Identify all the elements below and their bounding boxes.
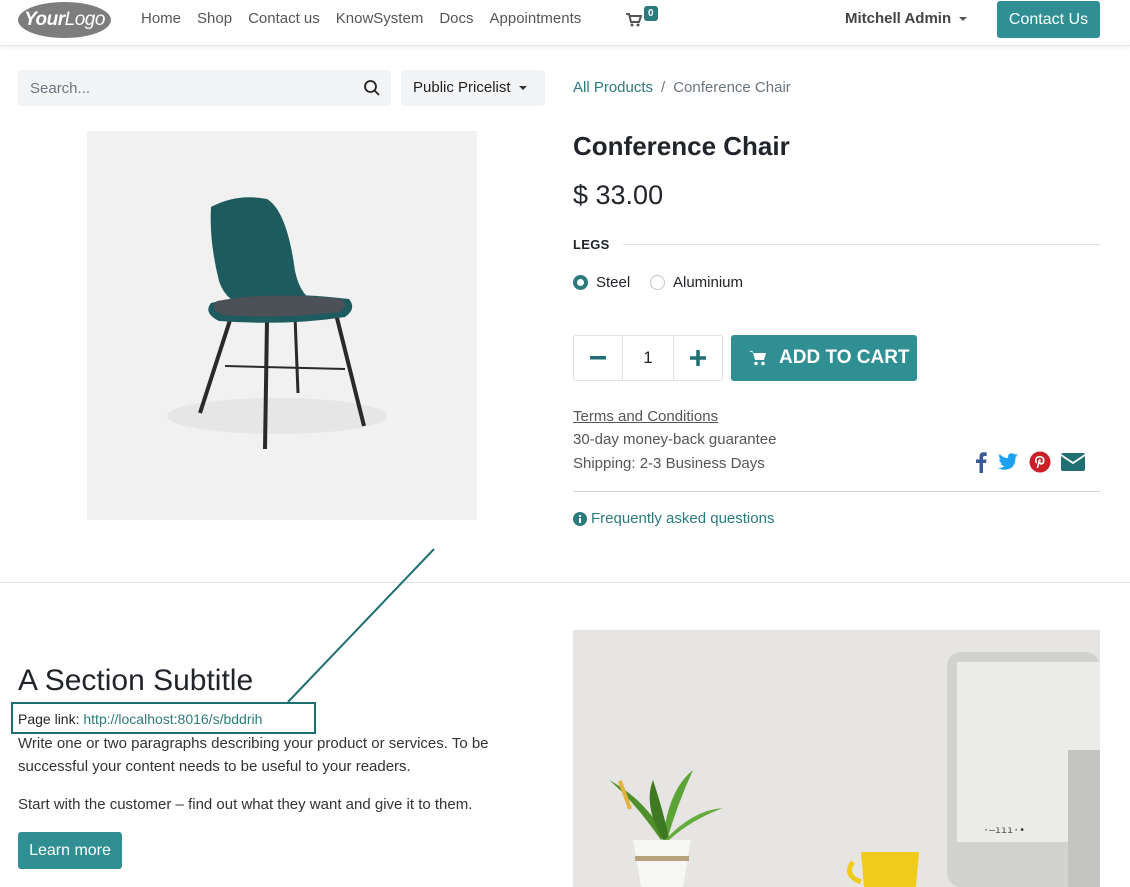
logo-bold: Your [24,9,65,30]
search-icon[interactable] [363,79,381,97]
main-nav: Home Shop Contact us KnowSystem Docs App… [141,10,597,27]
nav-appointments[interactable]: Appointments [490,10,582,27]
svg-text:·—ııı·•: ·—ııı·• [983,825,1025,836]
cart-icon [626,13,642,27]
breadcrumb-all-products[interactable]: All Products [573,79,653,96]
breadcrumb-current: Conference Chair [673,79,791,96]
contact-us-button[interactable]: Contact Us [997,1,1100,38]
increase-quantity-button[interactable] [674,336,722,380]
learn-more-button[interactable]: Learn more [18,832,122,869]
section-paragraph-1: Write one or two paragraphs describing y… [18,735,489,775]
page-link-label: Page link: [18,711,80,727]
section-paragraph-2: Start with the customer – find out what … [18,796,473,813]
pinterest-icon[interactable] [1029,451,1051,473]
quantity-stepper: 1 [573,335,723,381]
minus-icon [590,356,606,360]
page-link-url[interactable]: http://localhost:8016/s/bddrih [83,711,262,727]
attribute-divider [623,244,1100,245]
product-search [18,70,391,106]
breadcrumb: All Products / Conference Chair [573,79,791,96]
product-title: Conference Chair [573,131,790,161]
nav-docs[interactable]: Docs [439,10,473,27]
chevron-down-icon [518,86,527,91]
add-to-cart-button[interactable]: ADD TO CART [731,335,917,381]
user-menu[interactable]: Mitchell Admin [845,10,968,27]
nav-contact-us[interactable]: Contact us [248,10,320,27]
top-navbar: YourLogo Home Shop Contact us KnowSystem… [0,0,1130,46]
pricelist-label: Public Pricelist [413,79,511,96]
facebook-icon[interactable] [975,451,987,473]
info-circle-icon [573,511,587,526]
section-subtitle: A Section Subtitle [18,664,254,697]
cart-link[interactable]: 0 [626,6,662,30]
quantity-input[interactable]: 1 [622,336,674,380]
cart-count-badge: 0 [644,6,658,21]
variant-steel[interactable]: Steel [573,274,630,291]
attribute-label: LEGS [573,237,610,252]
nav-knowsystem[interactable]: KnowSystem [336,10,424,27]
nav-shop[interactable]: Shop [197,10,232,27]
plus-icon [690,350,706,366]
share-links [975,451,1085,473]
info-divider [573,491,1100,492]
page-link: Page link: http://localhost:8016/s/bddri… [18,711,262,727]
email-icon[interactable] [1061,453,1085,471]
guarantee-text: 30-day money-back guarantee [573,431,777,448]
faq-link[interactable]: Frequently asked questions [573,510,774,527]
variant-aluminium-label: Aluminium [673,274,744,291]
chevron-down-icon [959,17,968,22]
variant-steel-label: Steel [596,274,631,291]
twitter-icon[interactable] [997,452,1019,472]
logo-light: Logo [64,9,106,30]
variant-aluminium[interactable]: Aluminium [650,274,743,291]
nav-home[interactable]: Home [141,10,181,27]
product-image [87,131,477,520]
product-price: $ 33.00 [573,180,664,210]
radio-steel[interactable] [573,275,588,290]
section-divider [0,582,1130,583]
add-to-cart-label: ADD TO CART [779,347,910,368]
search-input[interactable] [18,70,348,106]
user-name: Mitchell Admin [845,10,952,27]
breadcrumb-separator: / [661,79,666,96]
shipping-text: Shipping: 2-3 Business Days [573,455,765,472]
cart-icon [749,351,766,366]
decrease-quantity-button[interactable] [574,336,622,380]
radio-aluminium[interactable] [650,275,665,290]
section-image: ·—ııı·• [573,630,1100,887]
site-logo[interactable]: YourLogo [18,2,111,38]
terms-link[interactable]: Terms and Conditions [573,408,718,425]
pricelist-dropdown[interactable]: Public Pricelist [401,70,545,106]
faq-label: Frequently asked questions [591,510,775,527]
